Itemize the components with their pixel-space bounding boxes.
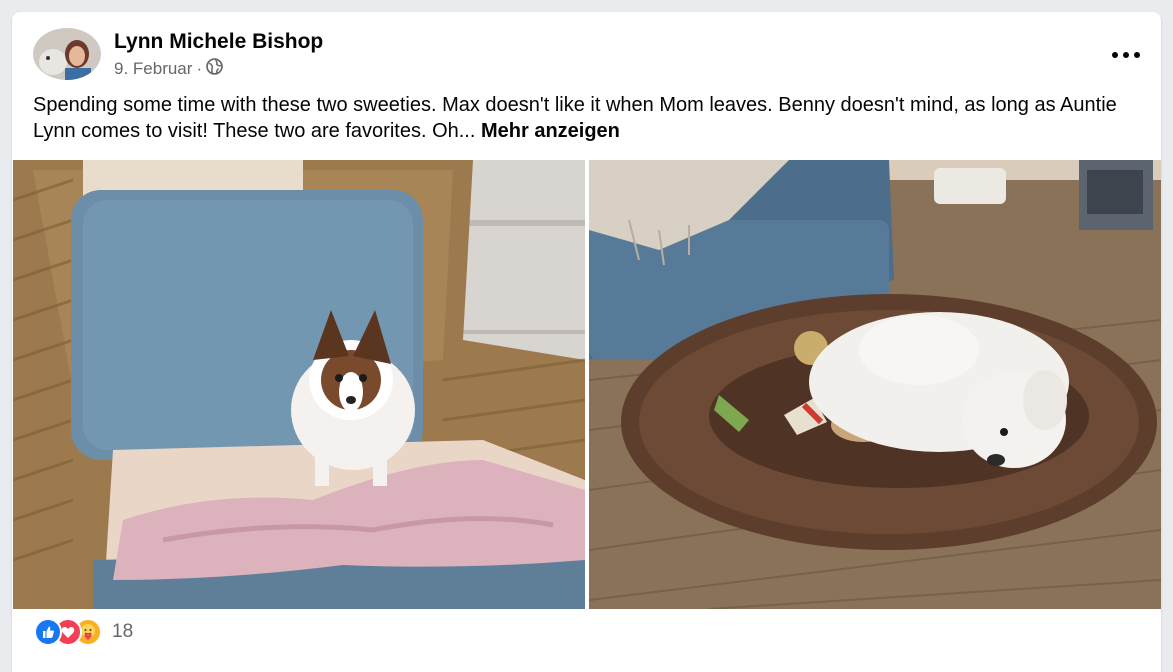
post-photo-2[interactable]: [589, 160, 1161, 609]
meta-separator: ·: [196, 59, 203, 78]
author-name[interactable]: Lynn Michele Bishop: [114, 30, 323, 54]
reaction-count[interactable]: 18: [112, 621, 133, 643]
globe-icon: [206, 58, 223, 80]
post-photo-1[interactable]: [13, 160, 585, 609]
see-more-link[interactable]: Mehr anzeigen: [481, 120, 620, 142]
post-options-button[interactable]: [1105, 34, 1147, 66]
post-text: Spending some time with these two sweeti…: [33, 92, 1143, 144]
post-card: Lynn Michele Bishop 9. Februar · Spendin…: [12, 12, 1161, 672]
like-icon: [34, 618, 62, 646]
author-avatar[interactable]: [33, 28, 101, 80]
post-date[interactable]: 9. Februar: [114, 59, 192, 79]
reactions-summary[interactable]: 18: [34, 618, 133, 646]
post-meta: 9. Februar ·: [114, 58, 223, 80]
more-horizontal-icon: [1111, 35, 1141, 66]
